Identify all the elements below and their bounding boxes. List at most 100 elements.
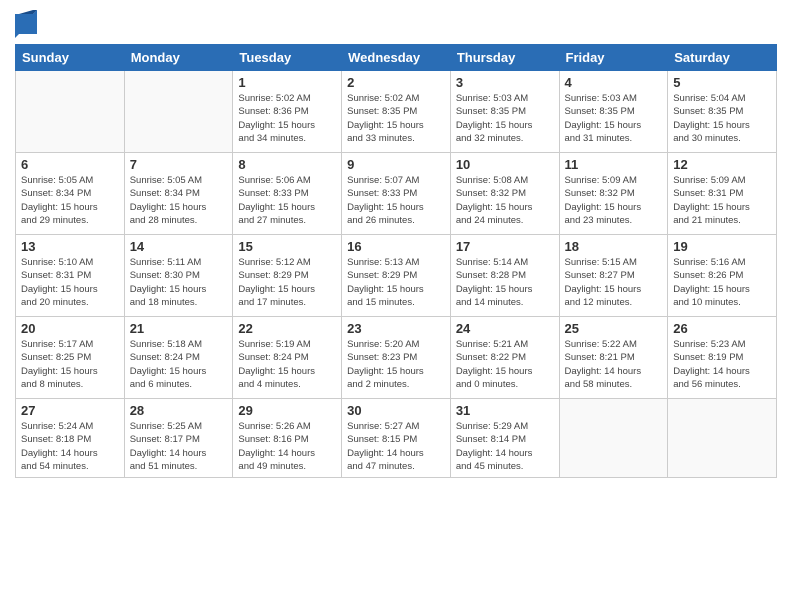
day-info: Sunrise: 5:23 AM Sunset: 8:19 PM Dayligh… <box>673 338 771 391</box>
day-number: 9 <box>347 157 445 172</box>
day-info: Sunrise: 5:24 AM Sunset: 8:18 PM Dayligh… <box>21 420 119 473</box>
day-number: 26 <box>673 321 771 336</box>
calendar-cell: 5 Sunrise: 5:04 AM Sunset: 8:35 PM Daylig… <box>668 71 777 153</box>
day-number: 30 <box>347 403 445 418</box>
weekday-header-row: SundayMondayTuesdayWednesdayThursdayFrid… <box>16 45 777 71</box>
day-info: Sunrise: 5:22 AM Sunset: 8:21 PM Dayligh… <box>565 338 663 391</box>
day-number: 6 <box>21 157 119 172</box>
calendar-cell: 19 Sunrise: 5:16 AM Sunset: 8:26 PM Dayli… <box>668 235 777 317</box>
logo <box>15 10 41 38</box>
day-info: Sunrise: 5:20 AM Sunset: 8:23 PM Dayligh… <box>347 338 445 391</box>
day-info: Sunrise: 5:18 AM Sunset: 8:24 PM Dayligh… <box>130 338 228 391</box>
day-number: 8 <box>238 157 336 172</box>
calendar-cell: 15Sunrise: 5:12 AM Sunset: 8:29 PM Dayli… <box>233 235 342 317</box>
calendar-cell: 10 Sunrise: 5:08 AM Sunset: 8:32 PM Dayli… <box>450 153 559 235</box>
calendar-cell: 4 Sunrise: 5:03 AM Sunset: 8:35 PM Daylig… <box>559 71 668 153</box>
calendar-cell: 28 Sunrise: 5:25 AM Sunset: 8:17 PM Dayli… <box>124 399 233 478</box>
calendar-body: 1Sunrise: 5:02 AM Sunset: 8:36 PM Daylig… <box>16 71 777 478</box>
day-number: 31 <box>456 403 554 418</box>
calendar-cell: 6Sunrise: 5:05 AM Sunset: 8:34 PM Daylig… <box>16 153 125 235</box>
calendar-cell: 31 Sunrise: 5:29 AM Sunset: 8:14 PM Dayli… <box>450 399 559 478</box>
calendar-cell: 23 Sunrise: 5:20 AM Sunset: 8:23 PM Dayli… <box>342 317 451 399</box>
day-number: 1 <box>238 75 336 90</box>
calendar-cell: 21Sunrise: 5:18 AM Sunset: 8:24 PM Dayli… <box>124 317 233 399</box>
day-info: Sunrise: 5:26 AM Sunset: 8:16 PM Dayligh… <box>238 420 336 473</box>
weekday-header-saturday: Saturday <box>668 45 777 71</box>
day-info: Sunrise: 5:12 AM Sunset: 8:29 PM Dayligh… <box>238 256 336 309</box>
day-info: Sunrise: 5:27 AM Sunset: 8:15 PM Dayligh… <box>347 420 445 473</box>
day-info: Sunrise: 5:17 AM Sunset: 8:25 PM Dayligh… <box>21 338 119 391</box>
day-number: 7 <box>130 157 228 172</box>
day-number: 10 <box>456 157 554 172</box>
day-number: 18 <box>565 239 663 254</box>
day-info: Sunrise: 5:06 AM Sunset: 8:33 PM Dayligh… <box>238 174 336 227</box>
page-container: SundayMondayTuesdayWednesdayThursdayFrid… <box>0 0 792 488</box>
calendar-cell: 26 Sunrise: 5:23 AM Sunset: 8:19 PM Dayli… <box>668 317 777 399</box>
day-number: 28 <box>130 403 228 418</box>
day-number: 4 <box>565 75 663 90</box>
day-info: Sunrise: 5:10 AM Sunset: 8:31 PM Dayligh… <box>21 256 119 309</box>
calendar-cell <box>668 399 777 478</box>
day-number: 22 <box>238 321 336 336</box>
day-info: Sunrise: 5:09 AM Sunset: 8:31 PM Dayligh… <box>673 174 771 227</box>
day-info: Sunrise: 5:19 AM Sunset: 8:24 PM Dayligh… <box>238 338 336 391</box>
day-info: Sunrise: 5:04 AM Sunset: 8:35 PM Dayligh… <box>673 92 771 145</box>
day-info: Sunrise: 5:11 AM Sunset: 8:30 PM Dayligh… <box>130 256 228 309</box>
day-info: Sunrise: 5:16 AM Sunset: 8:26 PM Dayligh… <box>673 256 771 309</box>
calendar-cell: 24 Sunrise: 5:21 AM Sunset: 8:22 PM Dayli… <box>450 317 559 399</box>
calendar-cell <box>16 71 125 153</box>
day-number: 23 <box>347 321 445 336</box>
day-info: Sunrise: 5:05 AM Sunset: 8:34 PM Dayligh… <box>130 174 228 227</box>
day-info: Sunrise: 5:14 AM Sunset: 8:28 PM Dayligh… <box>456 256 554 309</box>
calendar-cell: 25 Sunrise: 5:22 AM Sunset: 8:21 PM Dayli… <box>559 317 668 399</box>
weekday-header-sunday: Sunday <box>16 45 125 71</box>
day-number: 29 <box>238 403 336 418</box>
calendar-cell: 11 Sunrise: 5:09 AM Sunset: 8:32 PM Dayli… <box>559 153 668 235</box>
day-info: Sunrise: 5:21 AM Sunset: 8:22 PM Dayligh… <box>456 338 554 391</box>
day-info: Sunrise: 5:03 AM Sunset: 8:35 PM Dayligh… <box>565 92 663 145</box>
day-number: 27 <box>21 403 119 418</box>
day-info: Sunrise: 5:08 AM Sunset: 8:32 PM Dayligh… <box>456 174 554 227</box>
calendar-header: SundayMondayTuesdayWednesdayThursdayFrid… <box>16 45 777 71</box>
day-number: 13 <box>21 239 119 254</box>
calendar-cell: 27 Sunrise: 5:24 AM Sunset: 8:18 PM Dayli… <box>16 399 125 478</box>
calendar-cell: 17 Sunrise: 5:14 AM Sunset: 8:28 PM Dayli… <box>450 235 559 317</box>
day-number: 5 <box>673 75 771 90</box>
day-number: 14 <box>130 239 228 254</box>
day-number: 11 <box>565 157 663 172</box>
day-number: 24 <box>456 321 554 336</box>
calendar-cell <box>559 399 668 478</box>
day-number: 12 <box>673 157 771 172</box>
calendar-cell: 16Sunrise: 5:13 AM Sunset: 8:29 PM Dayli… <box>342 235 451 317</box>
day-info: Sunrise: 5:03 AM Sunset: 8:35 PM Dayligh… <box>456 92 554 145</box>
day-number: 3 <box>456 75 554 90</box>
day-number: 17 <box>456 239 554 254</box>
day-info: Sunrise: 5:02 AM Sunset: 8:35 PM Dayligh… <box>347 92 445 145</box>
calendar-cell: 2 Sunrise: 5:02 AM Sunset: 8:35 PM Daylig… <box>342 71 451 153</box>
day-number: 2 <box>347 75 445 90</box>
weekday-header-friday: Friday <box>559 45 668 71</box>
calendar-week-5: 27 Sunrise: 5:24 AM Sunset: 8:18 PM Dayli… <box>16 399 777 478</box>
calendar-cell: 29 Sunrise: 5:26 AM Sunset: 8:16 PM Dayli… <box>233 399 342 478</box>
calendar-week-1: 1Sunrise: 5:02 AM Sunset: 8:36 PM Daylig… <box>16 71 777 153</box>
calendar-cell: 14 Sunrise: 5:11 AM Sunset: 8:30 PM Dayli… <box>124 235 233 317</box>
day-info: Sunrise: 5:15 AM Sunset: 8:27 PM Dayligh… <box>565 256 663 309</box>
calendar-cell <box>124 71 233 153</box>
calendar-cell: 7 Sunrise: 5:05 AM Sunset: 8:34 PM Daylig… <box>124 153 233 235</box>
calendar-cell: 30 Sunrise: 5:27 AM Sunset: 8:15 PM Dayli… <box>342 399 451 478</box>
day-info: Sunrise: 5:13 AM Sunset: 8:29 PM Dayligh… <box>347 256 445 309</box>
calendar-week-2: 6 Sunrise: 5:05 AM Sunset: 8:34 PM Daylig… <box>16 153 777 235</box>
day-info: Sunrise: 5:25 AM Sunset: 8:17 PM Dayligh… <box>130 420 228 473</box>
calendar-cell: 20 Sunrise: 5:17 AM Sunset: 8:25 PM Dayli… <box>16 317 125 399</box>
calendar-cell: 22 Sunrise: 5:19 AM Sunset: 8:24 PM Dayli… <box>233 317 342 399</box>
day-number: 25 <box>565 321 663 336</box>
day-number: 20 <box>21 321 119 336</box>
calendar-cell: 9Sunrise: 5:07 AM Sunset: 8:33 PM Daylig… <box>342 153 451 235</box>
day-info: Sunrise: 5:29 AM Sunset: 8:14 PM Dayligh… <box>456 420 554 473</box>
weekday-header-monday: Monday <box>124 45 233 71</box>
day-info: Sunrise: 5:09 AM Sunset: 8:32 PM Dayligh… <box>565 174 663 227</box>
calendar-table: SundayMondayTuesdayWednesdayThursdayFrid… <box>15 44 777 478</box>
day-number: 19 <box>673 239 771 254</box>
calendar-cell: 1Sunrise: 5:02 AM Sunset: 8:36 PM Daylig… <box>233 71 342 153</box>
calendar-cell: 3 Sunrise: 5:03 AM Sunset: 8:35 PM Daylig… <box>450 71 559 153</box>
